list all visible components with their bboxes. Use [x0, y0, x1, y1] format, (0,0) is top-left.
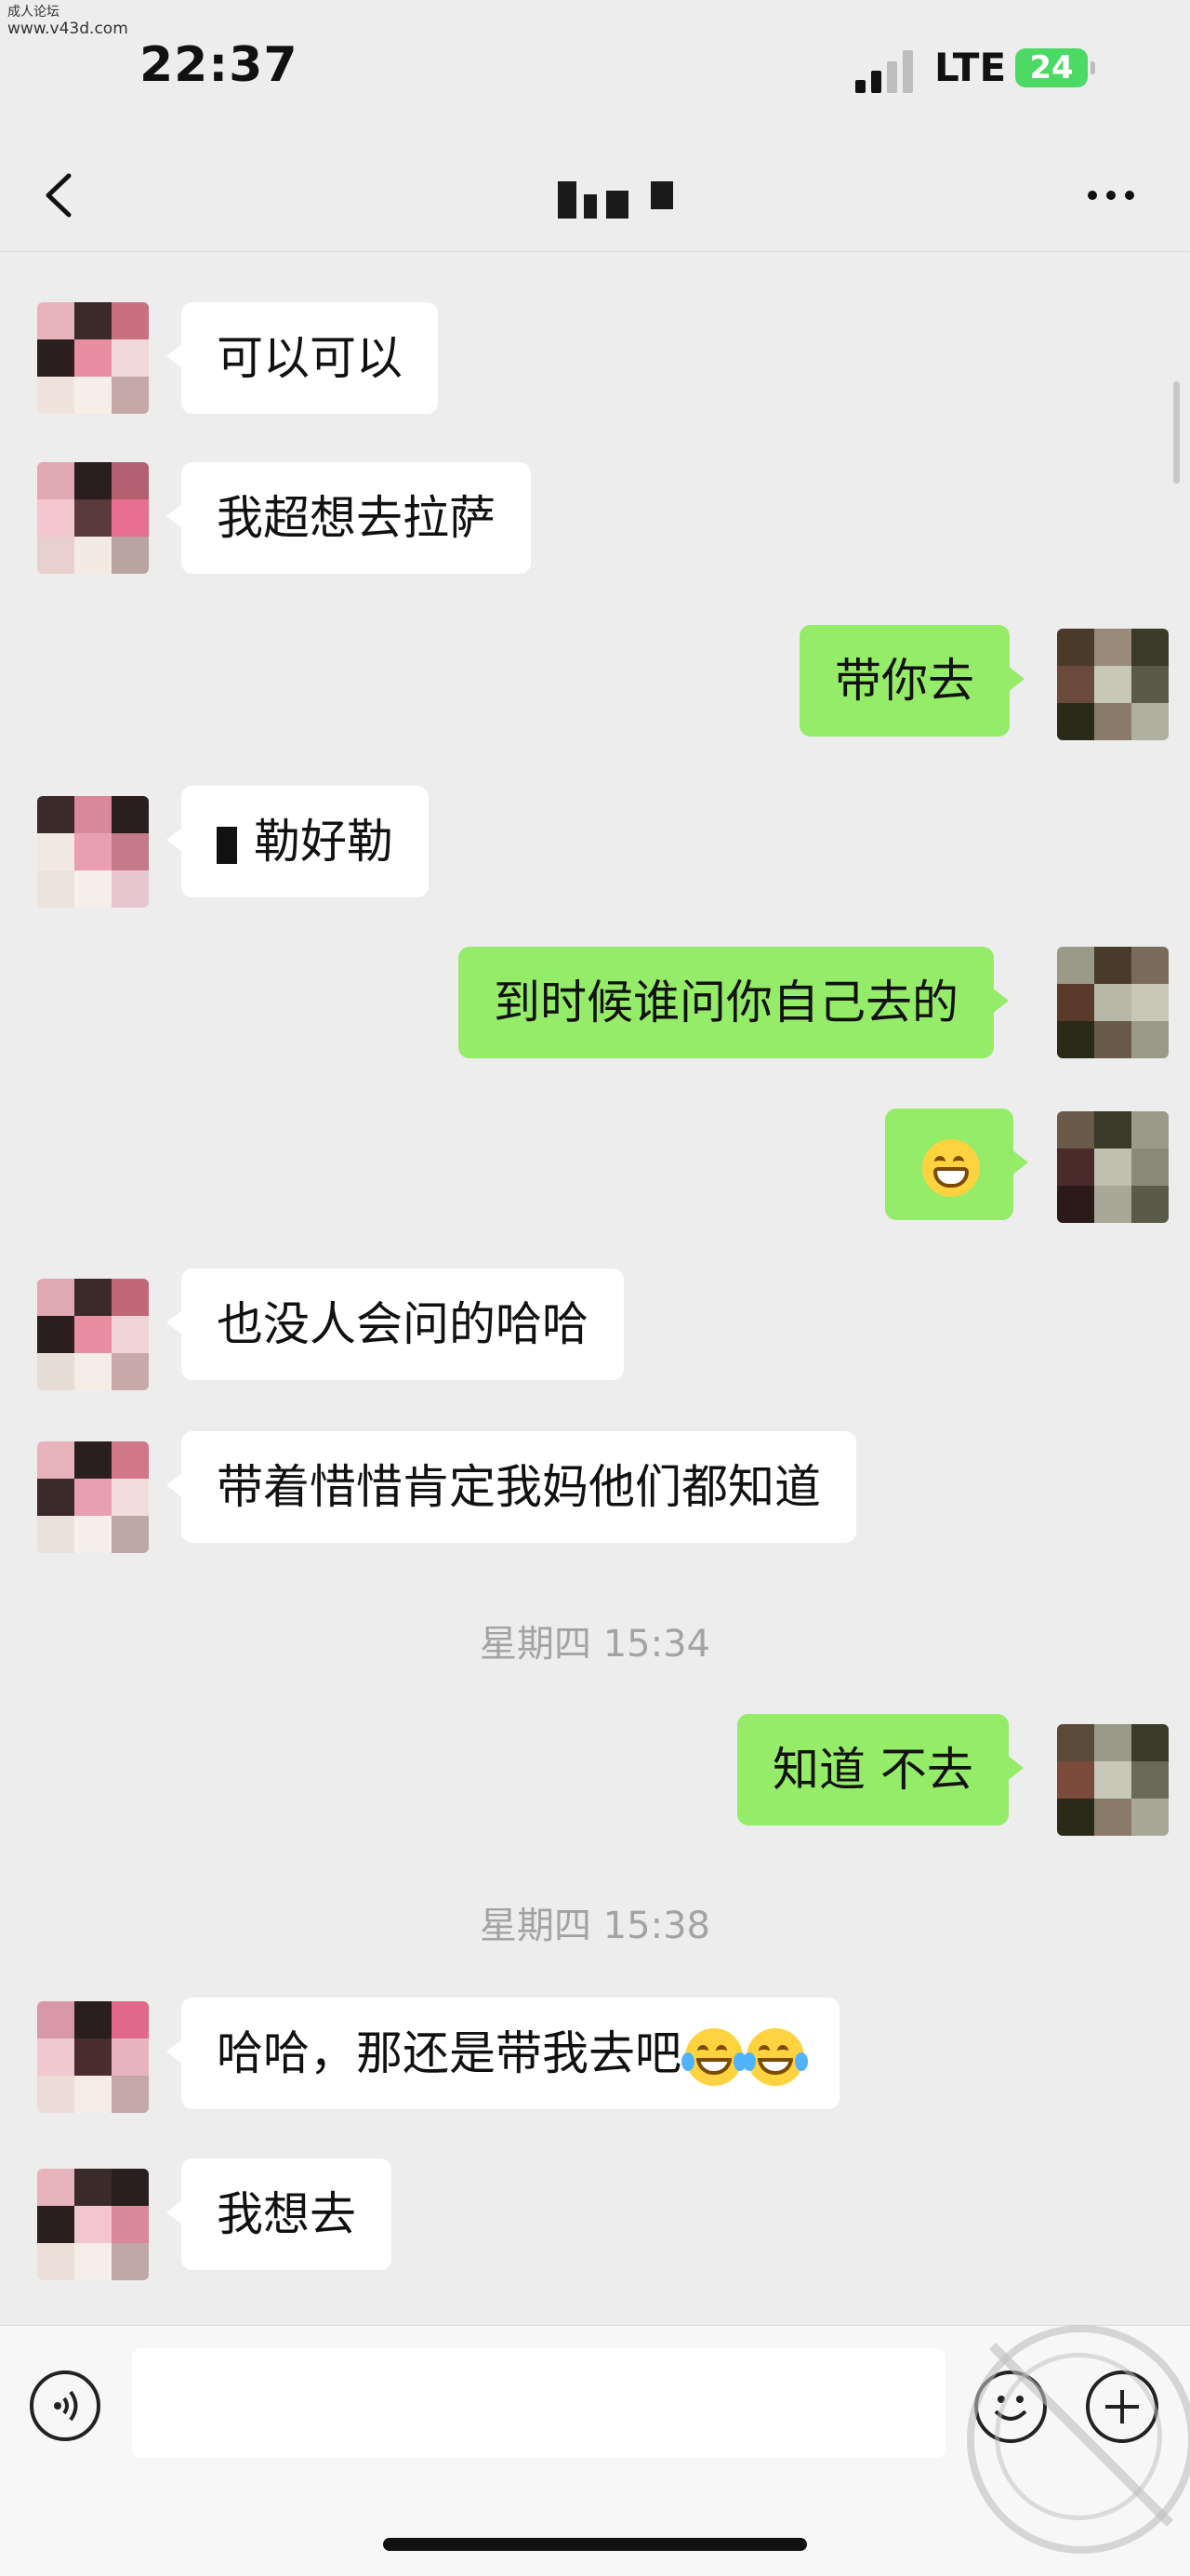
message-text: 我超想去拉萨	[217, 491, 496, 545]
message-input[interactable]	[132, 2348, 945, 2458]
more-dots-icon	[1088, 191, 1134, 200]
chevron-left-icon	[46, 173, 72, 218]
home-indicator[interactable]	[383, 2538, 807, 2551]
contact-avatar[interactable]	[37, 1279, 149, 1390]
received-message[interactable]: 我想去	[166, 2158, 391, 2270]
redacted-mark	[217, 826, 237, 864]
my-avatar[interactable]	[1057, 1111, 1169, 1223]
message-text: 带你去	[835, 654, 974, 708]
contact-avatar[interactable]	[37, 2001, 149, 2113]
sent-message[interactable]: 知道 不去	[737, 1714, 1024, 1826]
contact-avatar[interactable]	[37, 796, 149, 908]
battery-level: 24	[1029, 49, 1074, 86]
my-avatar[interactable]	[1057, 947, 1169, 1058]
received-message[interactable]: 勒好勒	[166, 786, 429, 897]
plus-icon	[1105, 2390, 1139, 2423]
more-button[interactable]	[1074, 172, 1148, 219]
tears-of-joy-icon	[681, 2027, 747, 2086]
message-text: 知道 不去	[773, 1743, 973, 1797]
received-message[interactable]: 也没人会问的哈哈	[166, 1268, 624, 1380]
status-time: 22:37	[139, 37, 298, 93]
message-text: 哈哈，那还是带我去吧	[217, 2026, 681, 2080]
message-text: 可以可以	[217, 331, 403, 385]
contact-avatar[interactable]	[37, 302, 149, 414]
status-bar: 22:37 LTE 24	[0, 0, 1190, 139]
more-functions-button[interactable]	[1086, 2370, 1158, 2443]
network-type: LTE	[934, 45, 1007, 90]
contact-avatar[interactable]	[37, 1441, 149, 1553]
scroll-indicator[interactable]	[1173, 381, 1180, 484]
timestamp: 星期四 15:38	[480, 1905, 710, 1947]
battery-icon: 24	[1015, 48, 1095, 87]
message-text: 也没人会问的哈哈	[217, 1297, 588, 1351]
received-message[interactable]: 可以可以	[166, 302, 438, 414]
signal-strength-icon	[855, 48, 917, 93]
contact-avatar[interactable]	[37, 462, 149, 574]
received-message[interactable]: 带着惜惜肯定我妈他们都知道	[166, 1431, 856, 1543]
received-message[interactable]: 我超想去拉萨	[166, 462, 531, 574]
grinning-face-icon	[922, 1138, 980, 1197]
message-text: 我想去	[217, 2187, 356, 2241]
voice-icon	[54, 2390, 78, 2422]
contact-avatar[interactable]	[37, 2169, 149, 2280]
tears-of-joy-icon	[743, 2027, 808, 2086]
sent-emoji-message[interactable]	[885, 1109, 1028, 1220]
input-bar	[0, 2325, 1190, 2576]
contact-name-redacted	[521, 181, 688, 219]
emoji-button[interactable]	[974, 2370, 1047, 2443]
sent-message[interactable]: 到时候谁问你自己去的	[458, 947, 1009, 1058]
message-text: 到时候谁问你自己去的	[494, 976, 959, 1029]
voice-button[interactable]	[30, 2370, 100, 2441]
received-message[interactable]: 哈哈，那还是带我去吧	[166, 1998, 840, 2109]
timestamp: 星期四 15:34	[480, 1623, 710, 1666]
my-avatar[interactable]	[1057, 629, 1169, 740]
message-text: 勒好勒	[254, 815, 393, 869]
my-avatar[interactable]	[1057, 1724, 1169, 1836]
emoji-icon	[994, 2396, 1027, 2421]
message-text: 带着惜惜肯定我妈他们都知道	[217, 1460, 821, 1514]
sent-message[interactable]: 带你去	[800, 625, 1025, 737]
back-button[interactable]	[33, 163, 89, 228]
chat-header	[0, 139, 1190, 252]
